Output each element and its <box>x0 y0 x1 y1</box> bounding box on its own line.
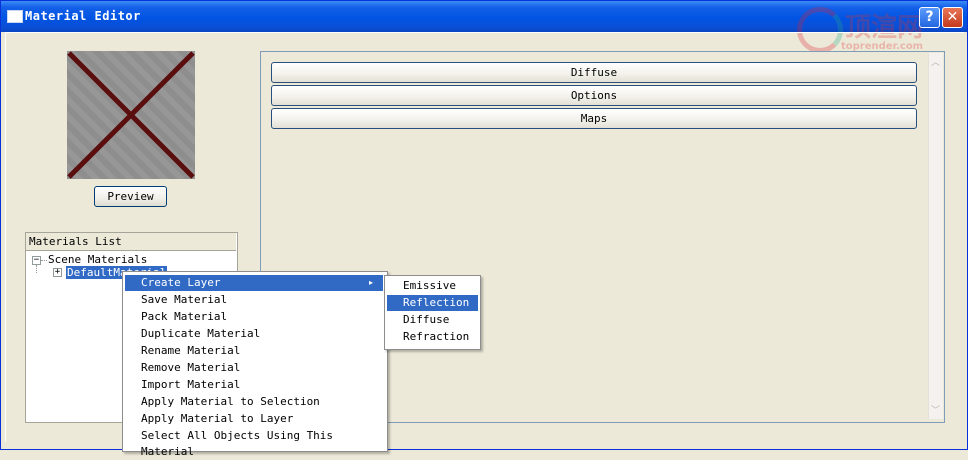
menu-item-import-material[interactable]: Import Material <box>125 377 383 393</box>
menu-item-pack-material[interactable]: Pack Material <box>125 309 383 325</box>
help-button[interactable]: ? <box>919 7 940 28</box>
tree-node-scene-materials[interactable]: Scene Materials <box>48 253 147 266</box>
tree-collapse-toggle[interactable]: − <box>32 256 41 265</box>
title-bar[interactable]: Material Editor 顶渲网 toprender.com ? ✕ <box>1 1 967 53</box>
menu-item-apply-to-layer[interactable]: Apply Material to Layer <box>125 411 383 427</box>
rollout-options[interactable]: Options <box>271 85 917 106</box>
preview-button[interactable]: Preview <box>94 186 167 207</box>
window-icon <box>7 10 23 23</box>
submenu-item-diffuse[interactable]: Diffuse <box>387 312 478 328</box>
rollout-maps[interactable]: Maps <box>271 108 917 129</box>
close-button[interactable]: ✕ <box>942 7 963 28</box>
menu-item-create-layer[interactable]: Create Layer ▸ <box>125 275 383 291</box>
rollout-diffuse[interactable]: Diffuse <box>271 62 917 83</box>
menu-item-rename-material[interactable]: Rename Material <box>125 343 383 359</box>
submenu-item-emissive[interactable]: Emissive <box>387 278 478 294</box>
submenu-item-refraction[interactable]: Refraction <box>387 329 478 345</box>
menu-item-apply-to-selection[interactable]: Apply Material to Selection <box>125 394 383 410</box>
material-context-menu: Create Layer ▸ Save Material Pack Materi… <box>122 271 388 458</box>
menu-item-save-material[interactable]: Save Material <box>125 292 383 308</box>
create-layer-submenu: Emissive Reflection Diffuse Refraction <box>384 275 481 350</box>
scroll-up-arrow-icon[interactable]: ︿ <box>931 55 940 68</box>
scroll-down-arrow-icon[interactable]: ﹀ <box>931 403 940 416</box>
submenu-arrow-icon: ▸ <box>368 278 373 287</box>
menu-item-remove-material[interactable]: Remove Material <box>125 360 383 376</box>
tree-connector <box>36 265 37 273</box>
window-title: Material Editor <box>25 9 141 23</box>
menu-item-duplicate-material[interactable]: Duplicate Material <box>125 326 383 342</box>
submenu-item-reflection[interactable]: Reflection <box>387 295 478 311</box>
tree-connector <box>41 260 47 261</box>
menu-item-select-all-objects[interactable]: Select All Objects Using This Material <box>125 428 383 458</box>
tree-expand-toggle[interactable]: + <box>53 268 62 277</box>
materials-list-header: Materials List <box>26 233 236 251</box>
material-preview-image <box>67 51 195 179</box>
vertical-scrollbar[interactable]: ︿ ﹀ <box>928 53 943 419</box>
preview-cross-icon <box>67 51 195 179</box>
menu-item-label: Create Layer <box>141 276 221 289</box>
